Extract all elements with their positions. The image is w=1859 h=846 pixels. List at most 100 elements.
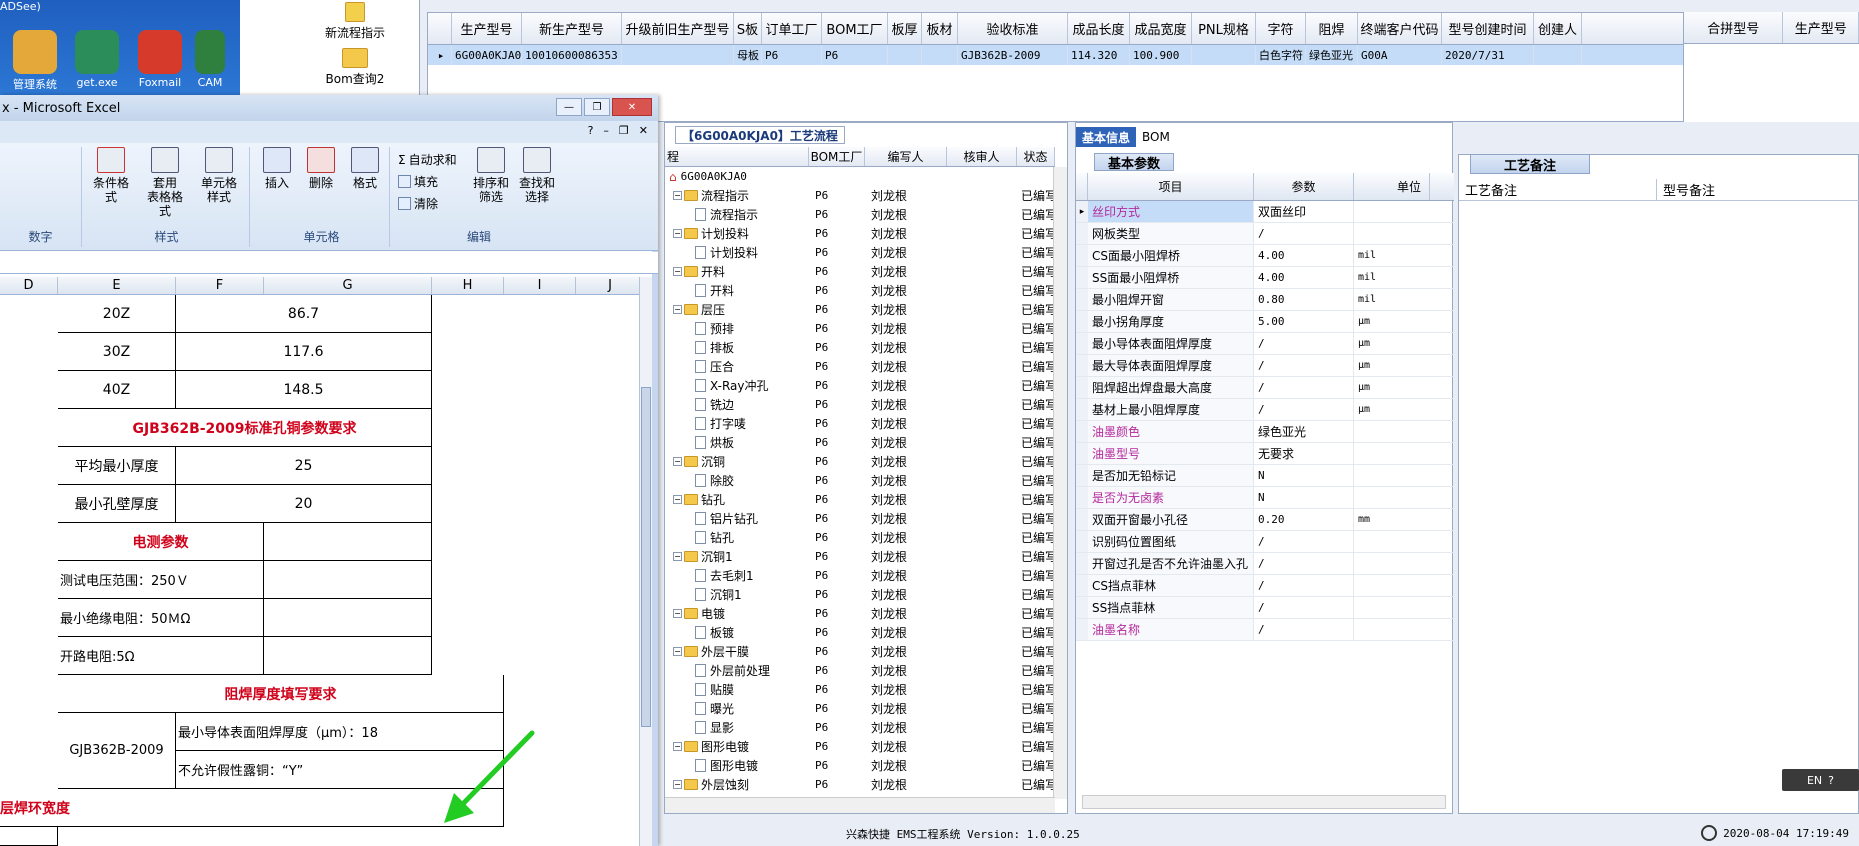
param-value[interactable]: / — [1254, 223, 1354, 244]
col-header[interactable]: 合拼型号 — [1684, 12, 1784, 43]
col-header[interactable]: 成品宽度 — [1130, 13, 1192, 44]
expand-icon[interactable]: − — [673, 609, 682, 618]
col-header[interactable]: J — [576, 277, 645, 294]
tree-row[interactable]: 外层前处理 P6 刘龙根 已编写 — [665, 661, 1055, 680]
param-value[interactable]: 0.20 — [1254, 509, 1354, 530]
cell[interactable]: 最小导体表面阻焊厚度（μm）：18 — [176, 713, 504, 751]
cell[interactable] — [264, 523, 432, 561]
expand-icon[interactable]: − — [673, 191, 682, 200]
param-value[interactable]: / — [1254, 333, 1354, 354]
expand-icon[interactable]: − — [673, 495, 682, 504]
param-value[interactable]: / — [1254, 619, 1354, 640]
tab-basic-info[interactable]: 基本信息 — [1076, 127, 1137, 147]
param-row[interactable]: 是否为无卤素 N — [1076, 487, 1454, 509]
cell[interactable]: 148.5 — [176, 371, 432, 409]
param-row[interactable]: 双面开窗最小孔径 0.20 mm — [1076, 509, 1454, 531]
tree-row[interactable]: X-Ray冲孔 P6 刘龙根 已编写 — [665, 376, 1055, 395]
param-row[interactable]: CS面最小阻焊桥 4.00 mil — [1076, 245, 1454, 267]
col-header[interactable]: F — [176, 277, 264, 294]
restore-button[interactable]: ❐ — [584, 98, 610, 116]
scroll-thumb[interactable] — [641, 387, 651, 727]
tree-row[interactable]: 沉铜1 P6 刘龙根 已编写 — [665, 585, 1055, 604]
tree-row[interactable]: 打字唛 P6 刘龙根 已编写 — [665, 414, 1055, 433]
col-header[interactable]: 单位 — [1354, 173, 1430, 200]
process-flow-tab[interactable]: 【6G00A0KJA0】工艺流程 — [675, 126, 845, 144]
horizontal-scrollbar[interactable] — [665, 797, 1055, 813]
expand-icon[interactable]: − — [673, 647, 682, 656]
param-row[interactable]: SS挡点菲林 / — [1076, 597, 1454, 619]
col-header[interactable]: BOM工厂 — [809, 147, 865, 166]
col-header[interactable]: 状态 — [1017, 147, 1055, 166]
tree-row[interactable]: 显影 P6 刘龙根 已编写 — [665, 718, 1055, 737]
col-header[interactable]: 生产型号 — [1783, 12, 1859, 43]
tree-row[interactable]: 曝光 P6 刘龙根 已编写 — [665, 699, 1055, 718]
param-value[interactable]: / — [1254, 575, 1354, 596]
tree-row[interactable]: − 层压 P6 刘龙根 已编写 — [665, 300, 1055, 319]
insert-button[interactable]: 插入 — [254, 147, 300, 190]
col-header[interactable]: D — [0, 277, 58, 294]
tree-row[interactable]: 去毛刺1 P6 刘龙根 已编写 — [665, 566, 1055, 585]
language-bar[interactable]: EN ? — [1782, 769, 1859, 791]
vertical-scrollbar[interactable] — [1053, 167, 1067, 799]
conditional-format-button[interactable]: 条件格式 — [88, 147, 134, 204]
tree-row[interactable]: − 电镀 P6 刘龙根 已编写 — [665, 604, 1055, 623]
tree-row[interactable]: 烘板 P6 刘龙根 已编写 — [665, 433, 1055, 452]
cell[interactable]: 最小绝缘电阻：50ＭΩ — [58, 599, 264, 637]
table-row[interactable]: ▸ 6G00A0KJA0 10010600086353 母板 P6 P6 GJB… — [428, 45, 1858, 65]
format-button[interactable]: 格式 — [342, 147, 388, 190]
param-row[interactable]: 油墨名称 / — [1076, 619, 1454, 641]
delete-button[interactable]: 删除 — [298, 147, 344, 190]
param-row[interactable]: 最小阻焊开窗 0.80 mil — [1076, 289, 1454, 311]
param-value[interactable]: 5.00 — [1254, 311, 1354, 332]
hole-copper-title[interactable]: GJB362B-2009标准孔铜参数要求 — [58, 409, 432, 447]
tree-row[interactable]: 铝片钻孔 P6 刘龙根 已编写 — [665, 509, 1055, 528]
col-header[interactable]: 板材 — [922, 13, 958, 44]
col-header[interactable]: 验收标准 — [958, 13, 1068, 44]
cell[interactable]: 不允许假性露铜：“Y” — [176, 751, 504, 789]
col-header[interactable]: I — [504, 277, 576, 294]
col-header[interactable]: G — [264, 277, 432, 294]
spreadsheet-grid[interactable]: 20Z 86.7 30Z 117.6 40Z 148.5 GJB362B-200… — [0, 295, 645, 846]
expand-icon[interactable]: − — [673, 780, 682, 789]
col-header[interactable]: 核审人 — [947, 147, 1017, 166]
cell[interactable]: 开路电阻:5Ω — [58, 637, 264, 675]
sort-filter-button[interactable]: 排序和 筛选 — [468, 147, 514, 204]
help-icon[interactable]: ? — [588, 124, 594, 137]
cell[interactable]: 86.7 — [176, 295, 432, 333]
tree-row[interactable]: − 钻孔 P6 刘龙根 已编写 — [665, 490, 1055, 509]
col-header[interactable]: S板 — [734, 13, 762, 44]
ring-width-title[interactable]: 层焊环宽度 — [0, 789, 504, 827]
solder-mask-title[interactable]: 阻焊厚度填写要求 — [58, 675, 504, 713]
cell[interactable]: 平均最小厚度 — [58, 447, 176, 485]
col-header[interactable]: BOM工厂 — [822, 13, 888, 44]
cell[interactable]: 20Z — [58, 295, 176, 333]
autosum-button[interactable]: Σ 自动求和 — [398, 151, 457, 168]
tree-row[interactable]: − 外层蚀刻 P6 刘龙根 已编写 — [665, 775, 1055, 794]
cell[interactable] — [264, 637, 432, 675]
find-select-button[interactable]: 查找和 选择 — [514, 147, 560, 204]
param-value[interactable]: / — [1254, 355, 1354, 376]
close-button[interactable]: ✕ — [612, 98, 652, 116]
tree-row[interactable]: 压合 P6 刘龙根 已编写 — [665, 357, 1055, 376]
table-format-button[interactable]: 套用 表格格式 — [142, 147, 188, 218]
tree-row[interactable]: − 沉铜1 P6 刘龙根 已编写 — [665, 547, 1055, 566]
param-row[interactable]: 基材上最小阻焊厚度 / μm — [1076, 399, 1454, 421]
param-row[interactable]: 网板类型 / — [1076, 223, 1454, 245]
param-row[interactable]: 油墨型号 无要求 — [1076, 443, 1454, 465]
col-header[interactable]: 新生产型号 — [522, 13, 622, 44]
col-header[interactable]: PNL规格 — [1192, 13, 1256, 44]
col-header[interactable]: 字符 — [1256, 13, 1306, 44]
restore-icon[interactable]: ❐ — [619, 124, 629, 137]
param-value[interactable]: 4.00 — [1254, 267, 1354, 288]
col-header[interactable]: 项目 — [1088, 173, 1254, 200]
param-value[interactable]: / — [1254, 399, 1354, 420]
desktop-icon-management[interactable]: 管理系统 — [0, 30, 70, 92]
col-header[interactable]: 订单工厂 — [762, 13, 822, 44]
param-value[interactable]: N — [1254, 487, 1354, 508]
subtab-basic-params[interactable]: 基本参数 — [1094, 153, 1174, 172]
fill-button[interactable]: 填充 — [398, 173, 438, 190]
param-value[interactable]: / — [1254, 597, 1354, 618]
tree-row[interactable]: − 流程指示 P6 刘龙根 已编写 — [665, 186, 1055, 205]
col-header[interactable]: 型号创建时间 — [1442, 13, 1534, 44]
tree-row[interactable]: − 开料 P6 刘龙根 已编写 — [665, 262, 1055, 281]
